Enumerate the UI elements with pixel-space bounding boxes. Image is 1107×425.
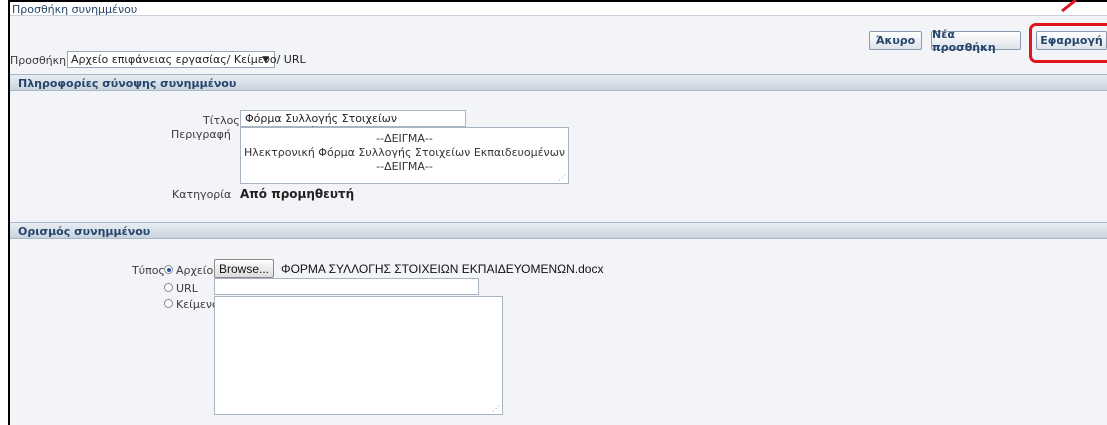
description-line: --ΔΕΙΓΜΑ--: [376, 132, 433, 145]
category-value: Από προμηθευτή: [240, 187, 355, 201]
selected-file-name: ΦΟΡΜΑ ΣΥΛΛΟΓΗΣ ΣΤΟΙΧΕΙΩΝ ΕΚΠΑΙΔΕΥΟΜΕΝΩΝ.…: [281, 262, 604, 276]
description-line: Ηλεκτρονική Φόρμα Συλλογής Στοιχείων Εκπ…: [243, 146, 566, 159]
text-textarea[interactable]: ⋰: [214, 296, 503, 415]
add-new-button[interactable]: Νέα προσθήκη: [931, 28, 1021, 54]
description-line: --ΔΕΙΓΜΑ--: [376, 160, 433, 173]
description-textarea[interactable]: --ΔΕΙΓΜΑ-- Ηλεκτρονική Φόρμα Συλλογής Στ…: [240, 127, 569, 184]
category-label: Κατηγορία: [172, 188, 232, 201]
type-label: Τύπος: [132, 264, 165, 277]
summary-section-header: Πληροφορίες σύνοψης συνημμένου: [10, 74, 1107, 91]
url-input[interactable]: [214, 278, 479, 295]
highlight-box: [1029, 23, 1107, 63]
text-radio[interactable]: [164, 299, 173, 308]
browse-button[interactable]: Browse...: [214, 259, 274, 278]
add-type-label: Προσθήκη: [10, 54, 67, 67]
url-radio[interactable]: [164, 283, 173, 292]
file-radio-label: Αρχείο: [176, 264, 214, 277]
file-radio[interactable]: [164, 265, 173, 274]
page-title: Προσθήκη συνημμένου: [12, 3, 138, 16]
cancel-button[interactable]: Άκυρο: [869, 31, 922, 50]
resize-grip-icon[interactable]: ⋰: [492, 404, 500, 413]
url-radio-label: URL: [176, 282, 198, 295]
definition-section-header: Ορισμός συνημμένου: [10, 222, 1107, 239]
dropdown-caret-icon: ▼: [262, 55, 269, 65]
annotation-arrow-icon: [1061, 0, 1077, 12]
description-label: Περιγραφή: [171, 128, 231, 141]
summary-header-text: Πληροφορίες σύνοψης συνημμένου: [18, 77, 237, 90]
add-type-select[interactable]: Αρχείο επιφάνειας εργασίας/ Κείμενο/ URL…: [67, 51, 306, 68]
add-type-selected: Αρχείο επιφάνειας εργασίας/ Κείμενο/ URL: [71, 53, 306, 66]
text-radio-label: Κείμενο: [176, 298, 219, 311]
definition-header-text: Ορισμός συνημμένου: [18, 225, 151, 238]
title-input[interactable]: Φόρμα Συλλογής Στοιχείων Εκπαιδευομένων: [240, 110, 466, 138]
title-label: Τίτλος: [203, 114, 240, 127]
resize-grip-icon[interactable]: ⋰: [558, 173, 566, 182]
page-title-bar: Προσθήκη συνημμένου: [10, 0, 1107, 16]
